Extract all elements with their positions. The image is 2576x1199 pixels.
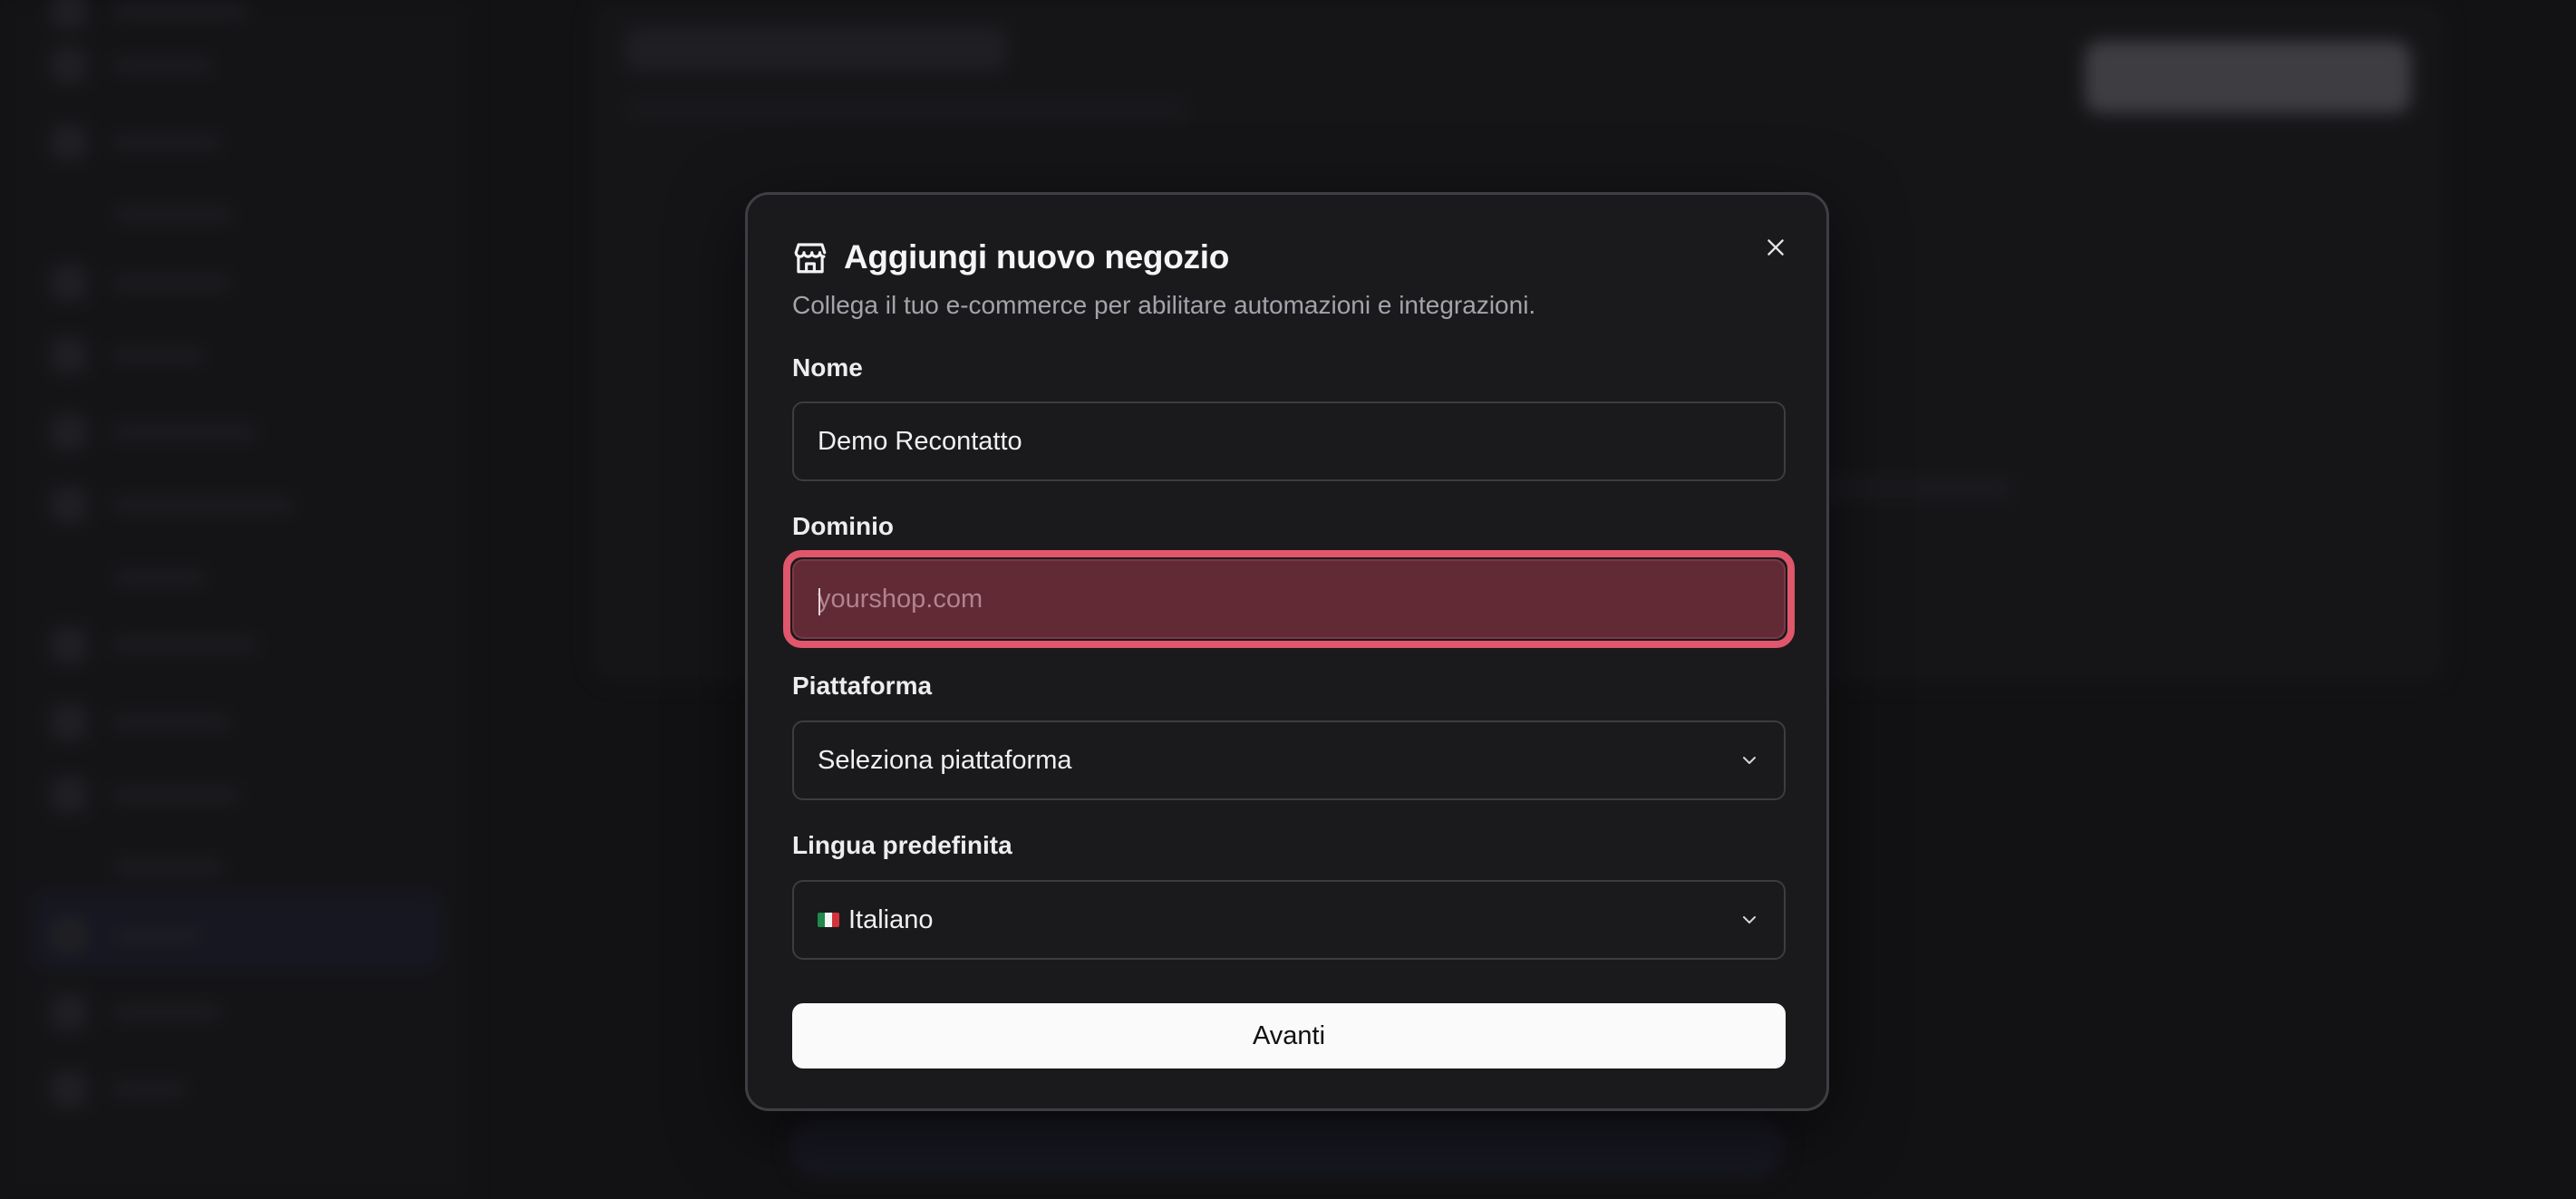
next-button[interactable]: Avanti: [792, 1003, 1786, 1068]
close-icon: [1767, 239, 1784, 256]
italy-flag-icon: [818, 913, 839, 927]
dialog-description: Collega il tuo e-commerce per abilitare …: [792, 291, 1536, 319]
language-label: Lingua predefinita: [792, 831, 1012, 859]
name-input[interactable]: [818, 426, 1760, 457]
platform-select-value: Seleziona piattaforma: [818, 745, 1072, 775]
add-store-dialog: Aggiungi nuovo negozio Collega il tuo e-…: [745, 192, 1829, 1111]
domain-input[interactable]: [818, 584, 1760, 614]
platform-select[interactable]: Seleziona piattaforma: [792, 720, 1786, 800]
domain-field[interactable]: [792, 559, 1786, 639]
dialog-header: Aggiungi nuovo negozio: [791, 238, 1229, 276]
dialog-title: Aggiungi nuovo negozio: [844, 238, 1229, 276]
text-caret: [818, 588, 820, 615]
language-select-value-wrap: Italiano: [818, 905, 934, 935]
store-icon: [794, 243, 827, 274]
name-label: Nome: [792, 353, 863, 382]
chevron-down-icon: [1743, 757, 1756, 764]
chevron-down-icon: [1743, 916, 1756, 923]
language-select[interactable]: Italiano: [792, 880, 1786, 960]
platform-label: Piattaforma: [792, 672, 933, 700]
close-button[interactable]: [1756, 227, 1796, 267]
name-field[interactable]: [792, 401, 1786, 481]
domain-label: Dominio: [792, 512, 894, 540]
language-select-value: Italiano: [848, 904, 934, 934]
